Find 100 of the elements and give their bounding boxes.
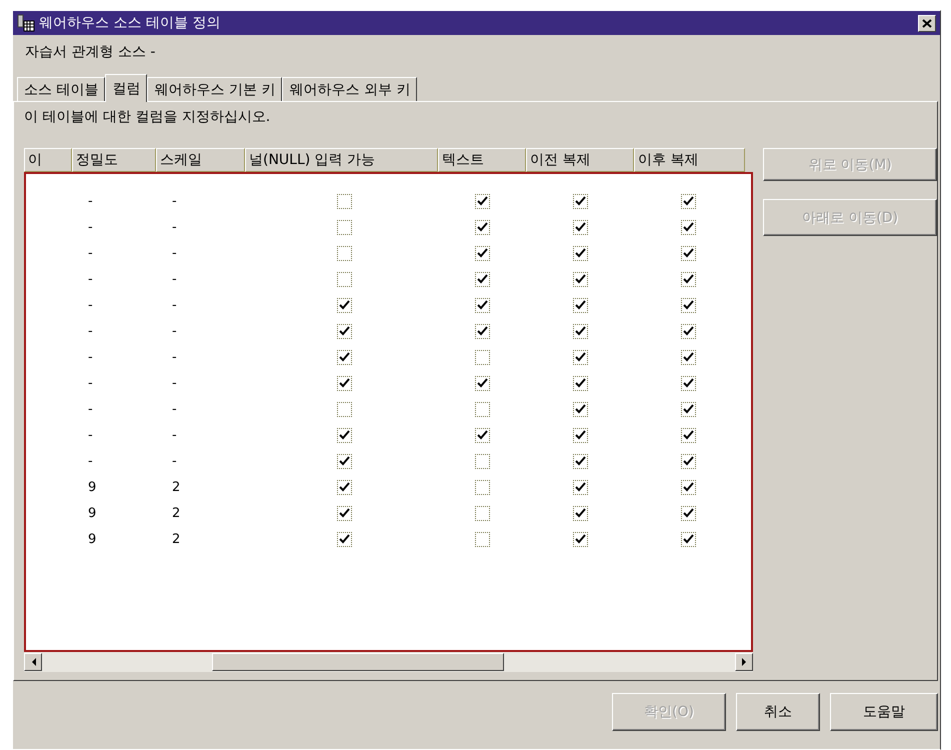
table-cell-text: 9 xyxy=(87,532,98,546)
checkbox[interactable] xyxy=(681,324,696,338)
checkbox[interactable] xyxy=(337,298,352,312)
column-header[interactable]: 이후 복제 xyxy=(634,148,745,172)
tab[interactable]: 웨어하우스 외부 키 xyxy=(282,77,418,101)
tab[interactable]: 웨어하우스 기본 키 xyxy=(147,77,282,101)
scroll-left-icon[interactable] xyxy=(24,653,42,671)
checkbox[interactable] xyxy=(475,272,490,286)
checkbox[interactable] xyxy=(573,402,588,416)
checkbox[interactable] xyxy=(681,480,696,494)
column-header[interactable]: 널(NULL) 입력 가능 xyxy=(245,148,438,172)
checkbox[interactable] xyxy=(337,220,352,234)
table-cell-text: - xyxy=(87,428,94,442)
checkbox[interactable] xyxy=(337,246,352,260)
checkbox[interactable] xyxy=(337,402,352,416)
table-cell-text: - xyxy=(171,220,178,234)
checkbox[interactable] xyxy=(573,532,588,546)
checkbox[interactable] xyxy=(573,506,588,520)
table-cell-text: - xyxy=(171,298,178,312)
tab[interactable]: 소스 테이블 xyxy=(17,77,106,101)
table-cell-text: - xyxy=(171,246,178,260)
checkbox[interactable] xyxy=(475,480,490,494)
instruction-text: 이 테이블에 대한 컬럼을 지정하십시오. xyxy=(24,108,272,126)
checkbox[interactable] xyxy=(337,194,352,208)
checkbox[interactable] xyxy=(681,220,696,234)
checkbox[interactable] xyxy=(475,402,490,416)
dialog-button[interactable]: 도움말 xyxy=(830,693,938,731)
checkbox[interactable] xyxy=(337,272,352,286)
column-header[interactable]: 텍스트 xyxy=(438,148,526,172)
table-icon xyxy=(17,14,35,32)
checkbox[interactable] xyxy=(681,402,696,416)
table-cell-text: 9 xyxy=(87,480,98,494)
table-cell-text: 9 xyxy=(87,506,98,520)
checkbox[interactable] xyxy=(475,454,490,468)
checkbox[interactable] xyxy=(337,532,352,546)
column-header[interactable]: 스케일 xyxy=(156,148,245,172)
checkbox[interactable] xyxy=(573,272,588,286)
close-button[interactable] xyxy=(918,14,936,32)
checkbox[interactable] xyxy=(681,532,696,546)
checkbox[interactable] xyxy=(337,324,352,338)
checkbox[interactable] xyxy=(475,246,490,260)
checkbox[interactable] xyxy=(573,298,588,312)
column-header[interactable]: 이전 복제 xyxy=(526,148,634,172)
checkbox[interactable] xyxy=(681,298,696,312)
checkbox[interactable] xyxy=(573,480,588,494)
checkbox[interactable] xyxy=(681,272,696,286)
column-header[interactable]: 정밀도 xyxy=(72,148,156,172)
checkbox[interactable] xyxy=(475,298,490,312)
checkbox[interactable] xyxy=(681,350,696,364)
table-cell-text: - xyxy=(171,376,178,390)
checkbox[interactable] xyxy=(475,220,490,234)
close-icon xyxy=(922,18,932,28)
checkbox[interactable] xyxy=(573,350,588,364)
checkbox[interactable] xyxy=(475,506,490,520)
table-cell-text: - xyxy=(171,454,178,468)
table-cell-text: - xyxy=(171,194,178,208)
table-cell-text: - xyxy=(87,402,94,416)
scroll-right-icon[interactable] xyxy=(735,653,753,671)
table-cell-text: - xyxy=(171,350,178,364)
checkbox[interactable] xyxy=(475,350,490,364)
checkbox[interactable] xyxy=(681,506,696,520)
checkbox[interactable] xyxy=(573,454,588,468)
table-cell-text: - xyxy=(87,298,94,312)
table-cell-text: 2 xyxy=(171,506,182,520)
checkbox[interactable] xyxy=(681,428,696,442)
checkbox[interactable] xyxy=(337,376,352,390)
table-cell-text: - xyxy=(171,402,178,416)
checkbox[interactable] xyxy=(681,454,696,468)
column-header[interactable]: 이 xyxy=(24,148,72,172)
tab[interactable]: 컬럼 xyxy=(105,74,148,102)
checkbox[interactable] xyxy=(475,376,490,390)
table-cell-text: - xyxy=(171,428,178,442)
checkbox[interactable] xyxy=(475,428,490,442)
table-cell-text: - xyxy=(87,194,94,208)
checkbox[interactable] xyxy=(475,194,490,208)
checkbox[interactable] xyxy=(573,376,588,390)
checkbox[interactable] xyxy=(475,324,490,338)
checkbox[interactable] xyxy=(681,376,696,390)
scroll-thumb[interactable] xyxy=(212,653,504,671)
checkbox[interactable] xyxy=(475,532,490,546)
table-cell-text: - xyxy=(171,324,178,338)
table-cell-text: - xyxy=(87,272,94,286)
checkbox[interactable] xyxy=(573,324,588,338)
checkbox[interactable] xyxy=(573,428,588,442)
checkbox[interactable] xyxy=(681,246,696,260)
checkbox[interactable] xyxy=(681,194,696,208)
checkbox[interactable] xyxy=(573,220,588,234)
checkbox[interactable] xyxy=(573,246,588,260)
checkbox[interactable] xyxy=(337,428,352,442)
dialog-button[interactable]: 취소 xyxy=(736,693,820,731)
checkbox[interactable] xyxy=(337,480,352,494)
table-cell-text: - xyxy=(87,350,94,364)
checkbox[interactable] xyxy=(337,350,352,364)
checkbox[interactable] xyxy=(573,194,588,208)
horizontal-scrollbar[interactable] xyxy=(24,652,753,672)
table-cell-text: - xyxy=(87,246,94,260)
checkbox[interactable] xyxy=(337,506,352,520)
checkbox[interactable] xyxy=(337,454,352,468)
table-cell-text: - xyxy=(87,324,94,338)
table-cell-text: - xyxy=(87,376,94,390)
